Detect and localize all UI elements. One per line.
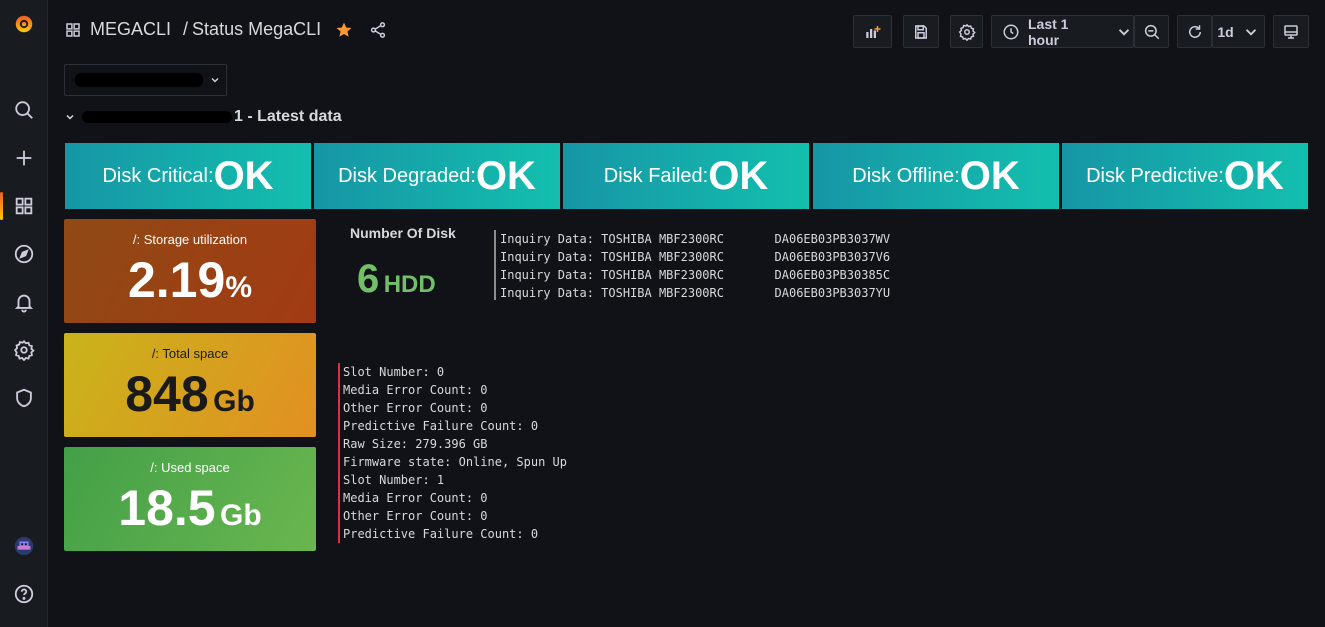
log-line: Media Error Count: 0 [343,383,488,397]
tile-label: Disk Failed: [603,164,709,187]
plus-icon[interactable] [0,138,48,178]
add-panel-button[interactable] [853,15,892,48]
disk-degraded-tile: Disk Degraded: OK [314,143,560,209]
log-line: Other Error Count: 0 [343,401,488,415]
value-number: 2.19 [127,252,226,308]
log-line: Other Error Count: 0 [343,509,488,523]
top-bar: MEGACLI / Status MegaCLI Last 1 hour 1d [48,0,1325,64]
total-space-panel: /: Total space 848 Gb [64,333,316,437]
explore-icon[interactable] [0,234,48,274]
dashboards-icon[interactable] [0,186,48,226]
log-line: Firmware state: Online, Spun Up [343,455,567,469]
panel-title: /: Storage utilization [132,232,248,247]
disk-failed-tile: Disk Failed: OK [563,143,809,209]
breadcrumb-folder[interactable]: MEGACLI [90,19,171,40]
log-line: Inquiry Data: TOSHIBA MBF2300RC DA06EB03… [500,232,891,246]
chevron-down-icon [209,74,221,86]
variable-selector[interactable]: … [64,64,227,96]
time-range-label: Last 1 hour [1028,15,1069,48]
zoom-out-button[interactable] [1134,15,1169,48]
save-dashboard-button[interactable] [903,15,939,48]
used-space-panel: /: Used space 18.5 Gb [64,447,316,551]
panel-value: 18.5 Gb [118,483,261,533]
panel-value: 2.19% [128,255,252,305]
gear-icon[interactable] [0,330,48,370]
log-line: Predictive Failure Count: 0 [343,419,539,433]
slot-details-panel: Slot Number: 0 Media Error Count: 0 Othe… [338,363,638,543]
value-unit: Gb [220,499,262,532]
help-icon[interactable] [0,574,48,614]
log-line: Raw Size: 279.396 GB [343,437,488,451]
row-header[interactable]: 1 - Latest data [64,108,342,126]
value-number: 848 [125,366,209,422]
panel-title: /: Total space [151,346,229,361]
dashboard-settings-button[interactable] [950,15,983,48]
disk-offline-tile: Disk Offline: OK [813,143,1059,209]
tile-value: OK [1223,154,1284,198]
avatar-icon[interactable] [0,526,48,566]
log-line: Media Error Count: 0 [343,491,488,505]
disk-count-value: 6 HDD [357,257,470,302]
add-panel-icon [864,23,882,41]
tile-label: Disk Degraded: [338,164,476,187]
log-line: Inquiry Data: TOSHIBA MBF2300RC DA06EB03… [500,250,891,264]
save-icon [912,23,930,41]
tile-value: OK [213,154,274,198]
log-line: Slot Number: 1 [343,473,445,487]
sidebar [0,0,48,627]
dashboards-icon [64,21,82,39]
tile-value: OK [959,154,1020,198]
log-line: Slot Number: 0 [343,365,445,379]
storage-utilization-panel: /: Storage utilization 2.19% [64,219,316,323]
panel-title: /: Used space [150,460,230,475]
panel-title: Number Of Disk [350,225,456,241]
tile-label: Disk Predictive: [1086,164,1224,187]
star-icon[interactable] [335,21,353,39]
share-icon[interactable] [369,21,387,39]
tile-value: OK [475,154,536,198]
refresh-interval-picker[interactable]: 1d [1212,15,1265,48]
tv-mode-button[interactable] [1273,15,1309,48]
row-title: 1 - Latest data [234,108,342,125]
time-range-picker[interactable]: Last 1 hour [991,15,1134,48]
value-number: 6 [357,257,380,301]
chevron-down-icon [1242,23,1260,41]
tile-label: Disk Critical: [102,164,214,187]
breadcrumb: MEGACLI / Status MegaCLI [64,19,387,40]
disk-count-panel: Number Of Disk 6 HDD [330,225,470,315]
log-line: Predictive Failure Count: 0 [343,527,539,541]
breadcrumb-separator: / [183,19,189,39]
log-line: Inquiry Data: TOSHIBA MBF2300RC DA06EB03… [500,286,891,300]
disk-critical-tile: Disk Critical: OK [65,143,311,209]
refresh-button[interactable] [1177,15,1212,48]
redacted-value [75,73,203,87]
value-unit: % [225,271,252,304]
value-number: 18.5 [118,480,216,536]
alert-bell-icon[interactable] [0,282,48,322]
disk-predictive-tile: Disk Predictive: OK [1062,143,1308,209]
panel-value: 848 Gb [125,369,255,419]
refresh-icon [1186,23,1204,41]
search-icon[interactable] [0,90,48,130]
grafana-logo-icon[interactable] [0,4,48,44]
page-title[interactable]: Status MegaCLI [192,19,321,40]
inquiry-data-panel: Inquiry Data: TOSHIBA MBF2300RC DA06EB03… [494,230,914,300]
redacted-row-title [82,111,232,123]
refresh-interval-label: 1d [1217,23,1234,40]
monitor-icon [1282,23,1300,41]
tile-value: OK [708,154,769,198]
tile-label: Disk Offline: [852,164,960,187]
value-unit: Gb [213,385,255,418]
log-line: Inquiry Data: TOSHIBA MBF2300RC DA06EB03… [500,268,891,282]
shield-icon[interactable] [0,378,48,418]
zoom-out-icon [1143,23,1161,41]
chevron-down-icon [64,111,76,123]
chevron-down-icon [1115,23,1133,41]
value-unit: HDD [383,271,436,298]
gear-icon [958,23,976,41]
clock-icon [1002,23,1020,41]
